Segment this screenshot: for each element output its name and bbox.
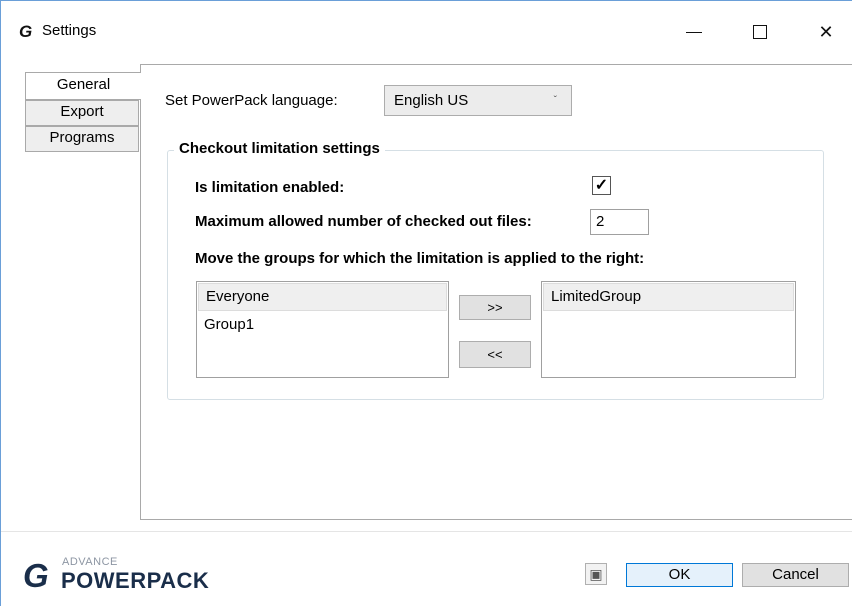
move-left-button[interactable]: << bbox=[459, 341, 531, 368]
tab-general[interactable]: General bbox=[25, 72, 141, 100]
checkout-group-title: Checkout limitation settings bbox=[174, 140, 385, 157]
close-icon: ✕ bbox=[818, 22, 834, 42]
language-label: Set PowerPack language: bbox=[165, 92, 338, 109]
ok-button[interactable]: OK bbox=[626, 563, 733, 587]
minimize-button[interactable] bbox=[671, 14, 717, 50]
window-title: Settings bbox=[42, 22, 97, 39]
list-item[interactable]: Everyone bbox=[198, 283, 447, 311]
tab-programs[interactable]: Programs bbox=[25, 126, 139, 152]
language-select[interactable]: English US ˇ bbox=[384, 85, 572, 116]
maximize-icon bbox=[753, 25, 767, 39]
title-bar[interactable]: G Settings ✕ bbox=[1, 1, 852, 63]
move-groups-label: Move the groups for which the limitation… bbox=[195, 250, 645, 267]
limited-groups-list[interactable]: LimitedGroup bbox=[541, 281, 796, 378]
app-logo-icon: G bbox=[19, 22, 33, 41]
logo-bottom-text: POWERPACK bbox=[61, 568, 210, 593]
minimize-icon bbox=[686, 32, 702, 33]
available-groups-list[interactable]: Everyone Group1 bbox=[196, 281, 449, 378]
max-files-input[interactable]: 2 bbox=[590, 209, 649, 235]
maximize-button[interactable] bbox=[737, 14, 783, 50]
limitation-enabled-label: Is limitation enabled: bbox=[195, 179, 345, 196]
help-button[interactable]: ▣ bbox=[585, 563, 607, 585]
list-item[interactable]: LimitedGroup bbox=[543, 283, 794, 311]
list-item[interactable]: Group1 bbox=[197, 312, 448, 340]
max-files-label: Maximum allowed number of checked out fi… bbox=[195, 213, 532, 230]
footer-divider bbox=[1, 531, 852, 532]
move-right-button[interactable]: >> bbox=[459, 295, 531, 320]
cancel-button[interactable]: Cancel bbox=[742, 563, 849, 587]
limitation-enabled-checkbox[interactable]: ✓ bbox=[592, 176, 611, 195]
settings-window: G Settings ✕ General Export Programs Set… bbox=[0, 0, 852, 606]
checkmark-icon: ✓ bbox=[594, 177, 609, 194]
close-button[interactable]: ✕ bbox=[803, 14, 849, 50]
help-icon: ▣ bbox=[589, 566, 603, 582]
tab-export[interactable]: Export bbox=[25, 100, 139, 126]
logo-mark-icon: G bbox=[23, 557, 49, 594]
chevron-down-icon: ˇ bbox=[553, 95, 557, 106]
language-value: English US bbox=[394, 92, 469, 109]
logo-top-text: ADVANCE bbox=[62, 556, 118, 568]
